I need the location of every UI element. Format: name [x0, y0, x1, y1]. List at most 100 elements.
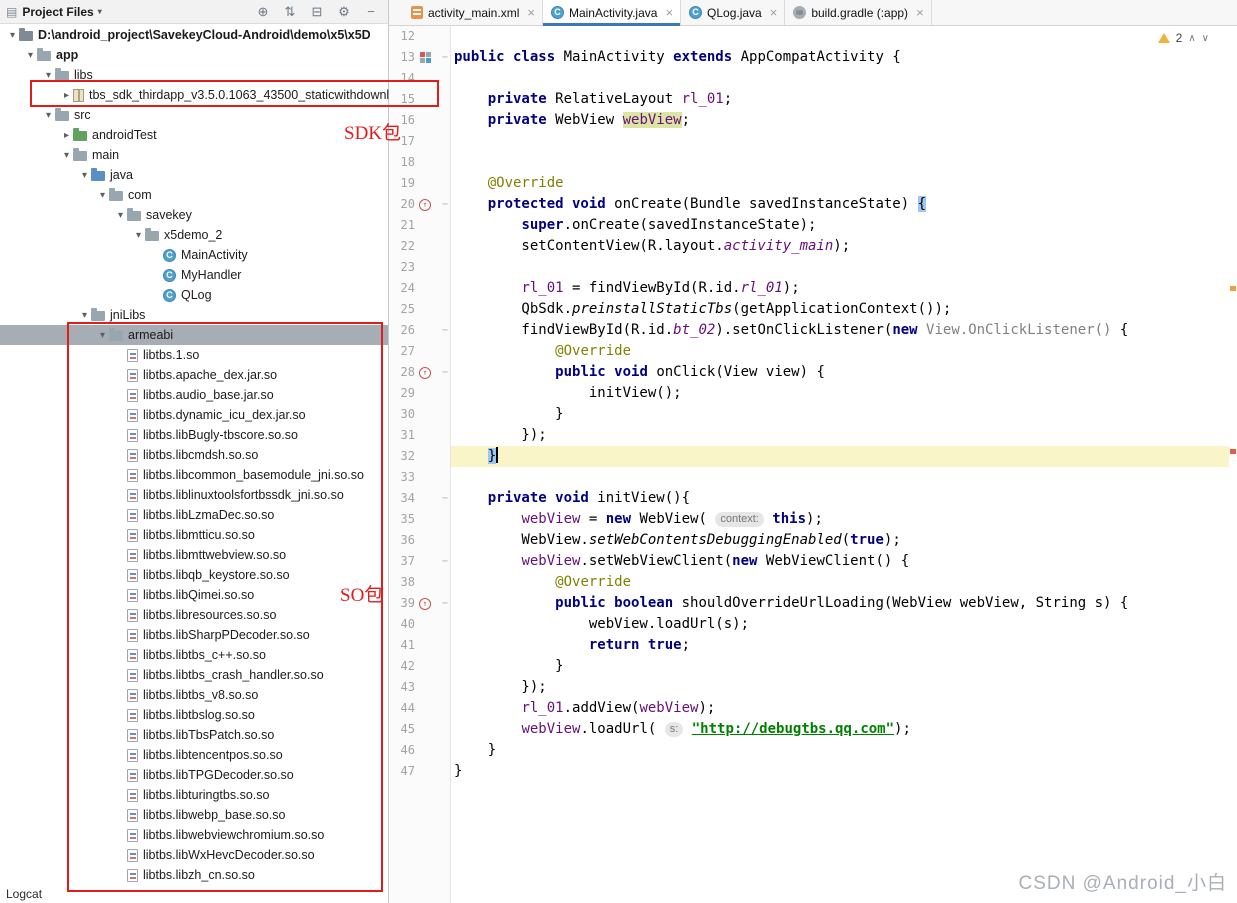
- chevron-down-icon[interactable]: ▾: [6, 30, 19, 41]
- close-icon[interactable]: ×: [916, 5, 924, 20]
- tree-item[interactable]: libtbs.dynamic_icu_dex.jar.so: [0, 405, 388, 425]
- code-line[interactable]: 40 webView.loadUrl(s);: [389, 614, 1229, 635]
- tree-item[interactable]: libtbs.libwebp_base.so.so: [0, 805, 388, 825]
- error-stripe[interactable]: [1229, 26, 1237, 903]
- code-line[interactable]: 16 private WebView webView;: [389, 110, 1229, 131]
- tree-item[interactable]: libtbs.libSharpPDecoder.so.so: [0, 625, 388, 645]
- tree-item[interactable]: ▾ java: [0, 165, 388, 185]
- code-line[interactable]: 31 });: [389, 425, 1229, 446]
- tree-item[interactable]: libtbs.libtbs_crash_handler.so.so: [0, 665, 388, 685]
- code-line[interactable]: 27 @Override: [389, 341, 1229, 362]
- code-line[interactable]: 12: [389, 26, 1229, 47]
- code-line[interactable]: 21 super.onCreate(savedInstanceState);: [389, 215, 1229, 236]
- code-line[interactable]: 35 webView = new WebView( context: this)…: [389, 509, 1229, 530]
- locate-file-icon[interactable]: ⊕: [252, 4, 274, 20]
- chevron-down-icon[interactable]: ▾: [132, 230, 145, 241]
- chevron-down-icon[interactable]: ▾: [42, 70, 55, 81]
- code-line[interactable]: 38 @Override: [389, 572, 1229, 593]
- tree-item[interactable]: libtbs.libLzmaDec.so.so: [0, 505, 388, 525]
- tree-item[interactable]: libtbs.libzh_cn.so.so: [0, 865, 388, 885]
- tree-item[interactable]: ▾ savekey: [0, 205, 388, 225]
- tree-item[interactable]: libtbs.libmttwebview.so.so: [0, 545, 388, 565]
- tree-item[interactable]: libtbs.libBugly-tbscore.so.so: [0, 425, 388, 445]
- tree-item[interactable]: ▾ libs: [0, 65, 388, 85]
- tab-build-gradle-app[interactable]: build.gradle (:app) ×: [785, 0, 932, 25]
- close-icon[interactable]: ×: [527, 5, 535, 20]
- code-line[interactable]: 14: [389, 68, 1229, 89]
- sort-icon[interactable]: ⇅: [279, 4, 301, 20]
- tree-item[interactable]: libtbs.libturingtbs.so.so: [0, 785, 388, 805]
- tree-item[interactable]: libtbs.libtbslog.so.so: [0, 705, 388, 725]
- code-line[interactable]: 30 }: [389, 404, 1229, 425]
- chevron-down-icon[interactable]: ▾: [60, 150, 73, 161]
- code-line[interactable]: 20 ↑ − protected void onCreate(Bundle save…: [389, 194, 1229, 215]
- code-line[interactable]: 42 }: [389, 656, 1229, 677]
- code-line[interactable]: 19 @Override: [389, 173, 1229, 194]
- code-line[interactable]: 32 }: [389, 446, 1229, 467]
- tree-item[interactable]: libtbs.liblinuxtoolsfortbssdk_jni.so.so: [0, 485, 388, 505]
- tree-item[interactable]: ▾ com: [0, 185, 388, 205]
- tree-item[interactable]: libtbs.1.so: [0, 345, 388, 365]
- code-line[interactable]: 23: [389, 257, 1229, 278]
- tree-item[interactable]: C QLog: [0, 285, 388, 305]
- tree-item[interactable]: libtbs.libcmdsh.so.so: [0, 445, 388, 465]
- fold-marker-icon[interactable]: −: [435, 320, 451, 341]
- tree-item[interactable]: C MainActivity: [0, 245, 388, 265]
- code-line[interactable]: 17: [389, 131, 1229, 152]
- tree-item[interactable]: libtbs.libQimei.so.so: [0, 585, 388, 605]
- code-line[interactable]: 34− private void initView(){: [389, 488, 1229, 509]
- tree-item[interactable]: ▾ main: [0, 145, 388, 165]
- tab-mainactivity-java[interactable]: C MainActivity.java ×: [542, 0, 682, 26]
- code-line[interactable]: 29 initView();: [389, 383, 1229, 404]
- chevron-down-icon[interactable]: ▾: [114, 210, 127, 221]
- code-editor[interactable]: 12 13− public class MainActivity extends A…: [389, 26, 1229, 903]
- overriding-method-icon[interactable]: ↑: [419, 198, 431, 211]
- tree-item[interactable]: ▾ app: [0, 45, 388, 65]
- chevron-down-icon[interactable]: ▾: [78, 310, 91, 321]
- tree-item[interactable]: ▾ D:\android_project\SavekeyCloud-Android…: [0, 25, 388, 45]
- project-view-selector[interactable]: Project Files ▾: [22, 5, 101, 19]
- tab-activity-main-xml[interactable]: activity_main.xml ×: [403, 0, 543, 25]
- code-line[interactable]: 46 }: [389, 740, 1229, 761]
- next-issue-icon[interactable]: ∨: [1202, 33, 1209, 44]
- code-line[interactable]: 13− public class MainActivity extends App…: [389, 47, 1229, 68]
- tree-item[interactable]: C MyHandler: [0, 265, 388, 285]
- code-line[interactable]: 25 QbSdk.preinstallStaticTbs(getApplicat…: [389, 299, 1229, 320]
- code-line[interactable]: 18: [389, 152, 1229, 173]
- tree-item[interactable]: libtbs.libtencentpos.so.so: [0, 745, 388, 765]
- chevron-down-icon[interactable]: ▾: [96, 330, 109, 341]
- tree-item[interactable]: ▾ jniLibs: [0, 305, 388, 325]
- tree-item[interactable]: libtbs.audio_base.jar.so: [0, 385, 388, 405]
- chevron-right-icon[interactable]: ▸: [60, 130, 73, 141]
- tree-item[interactable]: libtbs.libcommon_basemodule_jni.so.so: [0, 465, 388, 485]
- tree-item[interactable]: ▸ tbs_sdk_thirdapp_v3.5.0.1063_43500_stat…: [0, 85, 389, 105]
- fold-marker-icon[interactable]: −: [435, 194, 451, 215]
- close-icon[interactable]: ×: [770, 5, 778, 20]
- tree-item[interactable]: libtbs.libTPGDecoder.so.so: [0, 765, 388, 785]
- collapse-all-icon[interactable]: ⊟: [306, 4, 328, 20]
- code-line[interactable]: 37− webView.setWebViewClient(new WebView…: [389, 551, 1229, 572]
- overriding-method-icon[interactable]: ↑: [419, 366, 431, 379]
- close-icon[interactable]: ×: [665, 5, 673, 20]
- tree-item[interactable]: libtbs.libwebviewchromium.so.so: [0, 825, 388, 845]
- tree-item[interactable]: libtbs.libtbs_v8.so.so: [0, 685, 388, 705]
- code-line[interactable]: 28 ↑ − public void onClick(View view) {: [389, 362, 1229, 383]
- code-line[interactable]: 24 rl_01 = findViewById(R.id.rl_01);: [389, 278, 1229, 299]
- fold-marker-icon[interactable]: −: [435, 593, 451, 614]
- tree-item[interactable]: libtbs.libWxHevcDecoder.so.so: [0, 845, 388, 865]
- hide-panel-icon[interactable]: −: [360, 4, 382, 19]
- chevron-down-icon[interactable]: ▾: [96, 190, 109, 201]
- fold-marker-icon[interactable]: −: [435, 551, 451, 572]
- code-line[interactable]: 45 webView.loadUrl( s: "http://debugtbs.…: [389, 719, 1229, 740]
- chevron-down-icon[interactable]: ▾: [78, 170, 91, 181]
- code-line[interactable]: 15 private RelativeLayout rl_01;: [389, 89, 1229, 110]
- tree-item[interactable]: ▾ x5demo_2: [0, 225, 388, 245]
- warning-stripe-mark[interactable]: [1230, 449, 1236, 454]
- tree-item[interactable]: ▸ androidTest: [0, 125, 388, 145]
- logcat-toolwindow-button[interactable]: Logcat: [6, 887, 42, 901]
- fold-marker-icon[interactable]: −: [435, 362, 451, 383]
- overriding-method-icon[interactable]: ↑: [419, 597, 431, 610]
- chevron-down-icon[interactable]: ▾: [42, 110, 55, 121]
- tree-item[interactable]: libtbs.libTbsPatch.so.so: [0, 725, 388, 745]
- chevron-down-icon[interactable]: ▾: [24, 50, 37, 61]
